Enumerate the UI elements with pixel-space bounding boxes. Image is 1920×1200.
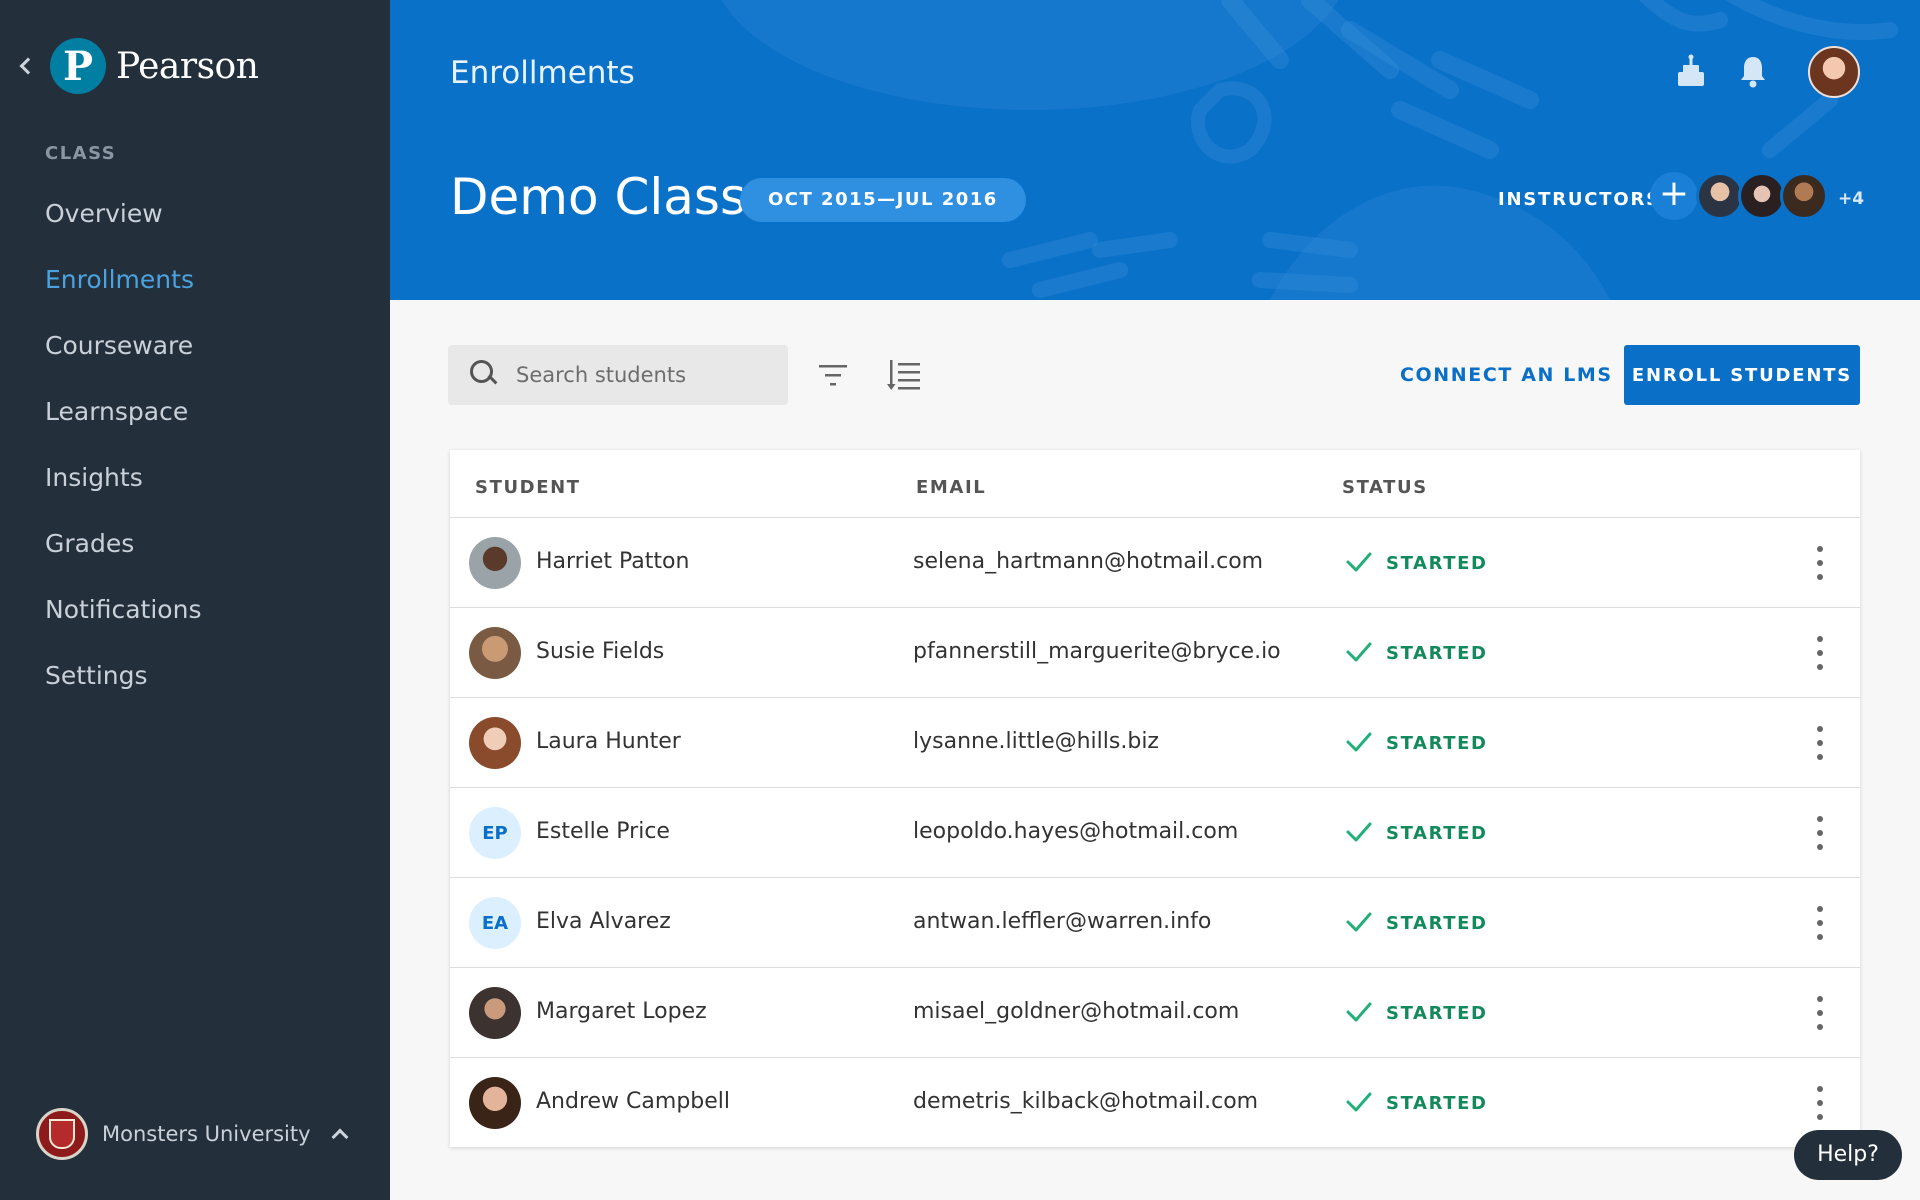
birthday-cake-icon[interactable] xyxy=(1676,54,1706,88)
instructors-label: INSTRUCTORS xyxy=(1498,189,1661,210)
status-badge: STARTED xyxy=(1386,1093,1488,1114)
more-options-icon[interactable] xyxy=(1815,546,1825,580)
sidebar-nav: Overview Enrollments Courseware Learnspa… xyxy=(45,188,201,716)
student-name[interactable]: Estelle Price xyxy=(536,819,670,844)
status-badge: STARTED xyxy=(1386,823,1488,844)
sort-icon[interactable] xyxy=(887,358,921,392)
bell-icon[interactable] xyxy=(1738,54,1768,88)
search-icon xyxy=(470,360,500,390)
enrollments-table: STUDENT EMAIL STATUS Harriet Patton selen… xyxy=(450,450,1860,1147)
search-input[interactable] xyxy=(516,363,776,387)
sidebar: P Pearson CLASS Overview Enrollments Cou… xyxy=(0,0,390,1200)
sidebar-item-overview[interactable]: Overview xyxy=(45,188,201,254)
check-icon xyxy=(1346,1002,1372,1022)
column-header-email[interactable]: EMAIL xyxy=(916,477,986,498)
connect-lms-button[interactable]: CONNECT AN LMS xyxy=(1390,345,1623,405)
status-badge: STARTED xyxy=(1386,733,1488,754)
page-title: Demo Class xyxy=(450,168,746,226)
sidebar-item-settings[interactable]: Settings xyxy=(45,650,201,716)
brand: P Pearson xyxy=(18,36,259,96)
breadcrumb: Enrollments xyxy=(450,55,635,91)
more-options-icon[interactable] xyxy=(1815,996,1825,1030)
status-badge: STARTED xyxy=(1386,1003,1488,1024)
sidebar-item-insights[interactable]: Insights xyxy=(45,452,201,518)
check-icon xyxy=(1346,912,1372,932)
table-row[interactable]: Margaret Lopez misael_goldner@hotmail.com… xyxy=(450,968,1860,1058)
sidebar-item-learnspace[interactable]: Learnspace xyxy=(45,386,201,452)
table-row[interactable]: Susie Fields pfannerstill_marguerite@bryc… xyxy=(450,608,1860,698)
instructor-avatar[interactable] xyxy=(1696,172,1744,220)
sidebar-item-enrollments[interactable]: Enrollments xyxy=(45,254,201,320)
student-name[interactable]: Susie Fields xyxy=(536,639,664,664)
student-name[interactable]: Harriet Patton xyxy=(536,549,689,574)
pearson-logo-icon[interactable]: P xyxy=(50,38,106,94)
student-name[interactable]: Andrew Campbell xyxy=(536,1089,730,1114)
status-badge: STARTED xyxy=(1386,553,1488,574)
table-row[interactable]: Laura Hunter lysanne.little@hills.biz STAR… xyxy=(450,698,1860,788)
check-icon xyxy=(1346,1092,1372,1112)
check-icon xyxy=(1346,642,1372,662)
table-row[interactable]: Harriet Patton selena_hartmann@hotmail.co… xyxy=(450,518,1860,608)
more-options-icon[interactable] xyxy=(1815,906,1825,940)
student-email: selena_hartmann@hotmail.com xyxy=(913,549,1264,574)
student-email: antwan.leffler@warren.info xyxy=(913,909,1212,934)
sidebar-item-courseware[interactable]: Courseware xyxy=(45,320,201,386)
student-email: demetris_kilback@hotmail.com xyxy=(913,1089,1259,1114)
table-body: Harriet Patton selena_hartmann@hotmail.co… xyxy=(450,518,1860,1147)
sidebar-section-label: CLASS xyxy=(45,143,117,164)
status-badge: STARTED xyxy=(1386,913,1488,934)
student-name[interactable]: Margaret Lopez xyxy=(536,999,707,1024)
org-switcher[interactable]: Monsters University xyxy=(36,1108,356,1160)
student-email: leopoldo.hayes@hotmail.com xyxy=(913,819,1239,844)
university-crest-icon xyxy=(36,1108,88,1160)
student-email: misael_goldner@hotmail.com xyxy=(913,999,1240,1024)
brand-name[interactable]: Pearson xyxy=(116,46,259,87)
header-decoration xyxy=(721,0,1898,300)
date-range-badge: OCT 2015—JUL 2016 xyxy=(740,178,1026,222)
status-badge: STARTED xyxy=(1386,643,1488,664)
instructor-avatar[interactable] xyxy=(1738,172,1786,220)
sidebar-item-notifications[interactable]: Notifications xyxy=(45,584,201,650)
table-row[interactable]: EA Elva Alvarez antwan.leffler@warren.info… xyxy=(450,878,1860,968)
enroll-students-button[interactable]: ENROLL STUDENTS xyxy=(1624,345,1860,405)
check-icon xyxy=(1346,822,1372,842)
more-options-icon[interactable] xyxy=(1815,816,1825,850)
back-chevron-icon[interactable] xyxy=(19,57,37,75)
class-header: Enrollments Demo Class OCT 2015—JUL 2016… xyxy=(390,0,1920,300)
student-avatar: EP xyxy=(469,807,521,859)
instructor-avatar[interactable] xyxy=(1780,172,1828,220)
student-avatar xyxy=(469,537,521,589)
check-icon xyxy=(1346,552,1372,572)
more-options-icon[interactable] xyxy=(1815,1086,1825,1120)
student-avatar xyxy=(469,717,521,769)
student-email: lysanne.little@hills.biz xyxy=(913,729,1159,754)
more-options-icon[interactable] xyxy=(1815,636,1825,670)
student-avatar: EA xyxy=(469,897,521,949)
search-box[interactable] xyxy=(448,345,788,405)
chevron-up-icon[interactable] xyxy=(331,1128,349,1146)
table-row[interactable]: EP Estelle Price leopoldo.hayes@hotmail.co… xyxy=(450,788,1860,878)
student-avatar xyxy=(469,1077,521,1129)
sidebar-item-grades[interactable]: Grades xyxy=(45,518,201,584)
student-email: pfannerstill_marguerite@bryce.io xyxy=(913,639,1281,664)
table-row[interactable]: Andrew Campbell demetris_kilback@hotmail.… xyxy=(450,1058,1860,1147)
user-avatar[interactable] xyxy=(1808,46,1860,98)
student-avatar xyxy=(469,987,521,1039)
filter-icon[interactable] xyxy=(818,362,848,388)
column-header-student[interactable]: STUDENT xyxy=(475,477,581,498)
instructors-more-count[interactable]: +4 xyxy=(1838,189,1864,209)
help-button[interactable]: Help? xyxy=(1794,1130,1902,1180)
org-name: Monsters University xyxy=(102,1122,311,1146)
student-name[interactable]: Laura Hunter xyxy=(536,729,681,754)
table-header: STUDENT EMAIL STATUS xyxy=(450,450,1860,518)
student-name[interactable]: Elva Alvarez xyxy=(536,909,671,934)
check-icon xyxy=(1346,732,1372,752)
student-avatar xyxy=(469,627,521,679)
more-options-icon[interactable] xyxy=(1815,726,1825,760)
column-header-status[interactable]: STATUS xyxy=(1342,477,1428,498)
add-instructor-button[interactable]: + xyxy=(1650,172,1698,220)
